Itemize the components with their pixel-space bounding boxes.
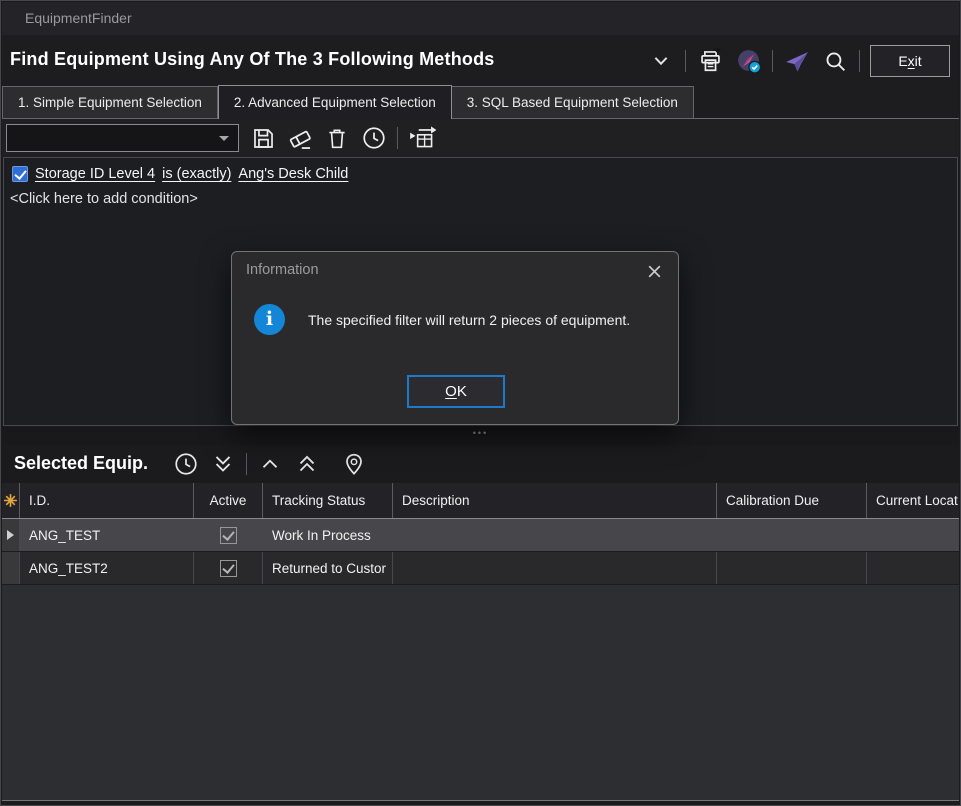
table-row[interactable]: ANG_TEST Work In Process (2, 519, 959, 552)
tab-label: 2. Advanced Equipment Selection (234, 95, 436, 110)
cell-description[interactable] (393, 519, 717, 551)
exit-label-key: x (908, 53, 915, 69)
exit-label-pre: E (898, 53, 907, 69)
active-checkbox[interactable] (220, 527, 237, 544)
delete-filter-trash-icon[interactable] (323, 124, 351, 152)
compass-verified-icon[interactable] (734, 47, 762, 75)
column-header-active[interactable]: Active (194, 483, 263, 518)
location-pin-icon[interactable] (340, 450, 368, 478)
cell-current-location[interactable] (867, 519, 959, 551)
active-checkbox[interactable] (220, 560, 237, 577)
condition-checkbox[interactable] (12, 166, 28, 182)
grid-header-row: I.D. Active Tracking Status Description … (2, 483, 959, 519)
exit-button[interactable]: Exit (870, 45, 950, 77)
move-all-up-icon[interactable] (293, 450, 321, 478)
move-up-icon[interactable] (256, 450, 284, 478)
filter-condition-row: Storage ID Level 4 is (exactly) Ang's De… (4, 158, 957, 182)
cell-active (194, 552, 263, 584)
separator (859, 50, 860, 72)
selected-equipment-grid: I.D. Active Tracking Status Description … (2, 483, 959, 801)
combobox-arrow-icon (219, 136, 229, 141)
filter-toolbar (2, 119, 959, 157)
row-selector-cell (2, 552, 20, 584)
new-row-star-icon (2, 483, 20, 518)
print-icon[interactable] (696, 47, 724, 75)
selected-equip-band: Selected Equip. (2, 445, 959, 483)
selected-equip-toolbar (172, 450, 368, 478)
column-header-current-location[interactable]: Current Locat (867, 483, 959, 518)
cell-description[interactable] (393, 552, 717, 584)
header-toolbar: Exit (647, 43, 950, 79)
clear-filter-eraser-icon[interactable] (286, 124, 314, 152)
dialog-title: Information (246, 262, 319, 278)
separator (246, 453, 247, 475)
saved-filter-combobox[interactable] (6, 124, 239, 152)
separator (772, 50, 773, 72)
title-bar: EquipmentFinder (2, 2, 959, 35)
cell-current-location[interactable] (867, 552, 959, 584)
retrieve-equipment-grid-icon[interactable] (407, 124, 439, 152)
table-row[interactable]: ANG_TEST2 Returned to Custor (2, 552, 959, 585)
selected-equip-title: Selected Equip. (14, 453, 148, 474)
save-filter-icon[interactable] (249, 124, 277, 152)
column-header-description[interactable]: Description (393, 483, 717, 518)
condition-operator-link[interactable]: is (exactly) (162, 166, 231, 182)
ok-button[interactable]: OK (407, 375, 505, 408)
cell-id[interactable]: ANG_TEST2 (20, 552, 194, 584)
panel-splitter[interactable]: ••• (2, 427, 959, 445)
dialog-close-icon[interactable] (644, 261, 664, 281)
exit-label-post: it (915, 53, 922, 69)
information-dialog: Information i The specified filter will … (231, 251, 679, 425)
tab-sql-based-equipment-selection[interactable]: 3. SQL Based Equipment Selection (452, 86, 694, 119)
equipment-finder-window: EquipmentFinder Find Equipment Using Any… (0, 0, 961, 806)
cell-calibration-due[interactable] (717, 519, 867, 551)
header-band: Find Equipment Using Any Of The 3 Follow… (2, 35, 959, 85)
condition-field-link[interactable]: Storage ID Level 4 (35, 166, 155, 182)
cell-tracking-status[interactable]: Work In Process (263, 519, 393, 551)
add-condition-link[interactable]: <Click here to add condition> (4, 182, 957, 207)
tab-simple-equipment-selection[interactable]: 1. Simple Equipment Selection (2, 86, 218, 119)
cell-tracking-status[interactable]: Returned to Custor (263, 552, 393, 584)
condition-value-link[interactable]: Ang's Desk Child (238, 166, 348, 182)
column-header-tracking-status[interactable]: Tracking Status (263, 483, 393, 518)
row-selector-cell (2, 519, 20, 551)
tab-strip: 1. Simple Equipment Selection 2. Advance… (2, 85, 959, 119)
cell-calibration-due[interactable] (717, 552, 867, 584)
information-icon: i (254, 304, 285, 335)
ok-label-key: O (445, 383, 457, 400)
send-plane-icon[interactable] (783, 47, 811, 75)
tab-label: 1. Simple Equipment Selection (18, 95, 202, 110)
column-header-id[interactable]: I.D. (20, 483, 194, 518)
separator (397, 127, 398, 149)
move-all-down-icon[interactable] (209, 450, 237, 478)
cell-id[interactable]: ANG_TEST (20, 519, 194, 551)
ok-label-post: K (457, 383, 467, 400)
tab-label: 3. SQL Based Equipment Selection (467, 95, 678, 110)
current-row-arrow-icon (7, 530, 14, 540)
filter-history-clock-icon[interactable] (360, 124, 388, 152)
dropdown-chevron-icon[interactable] (647, 47, 675, 75)
page-title: Find Equipment Using Any Of The 3 Follow… (10, 49, 495, 70)
column-header-calibration-due[interactable]: Calibration Due (717, 483, 867, 518)
search-icon[interactable] (821, 47, 849, 75)
separator (685, 50, 686, 72)
history-clock-icon[interactable] (172, 450, 200, 478)
tab-advanced-equipment-selection[interactable]: 2. Advanced Equipment Selection (218, 85, 452, 119)
dialog-message: The specified filter will return 2 piece… (308, 312, 630, 328)
splitter-grip: ••• (2, 427, 959, 439)
cell-active (194, 519, 263, 551)
app-title: EquipmentFinder (25, 10, 132, 26)
